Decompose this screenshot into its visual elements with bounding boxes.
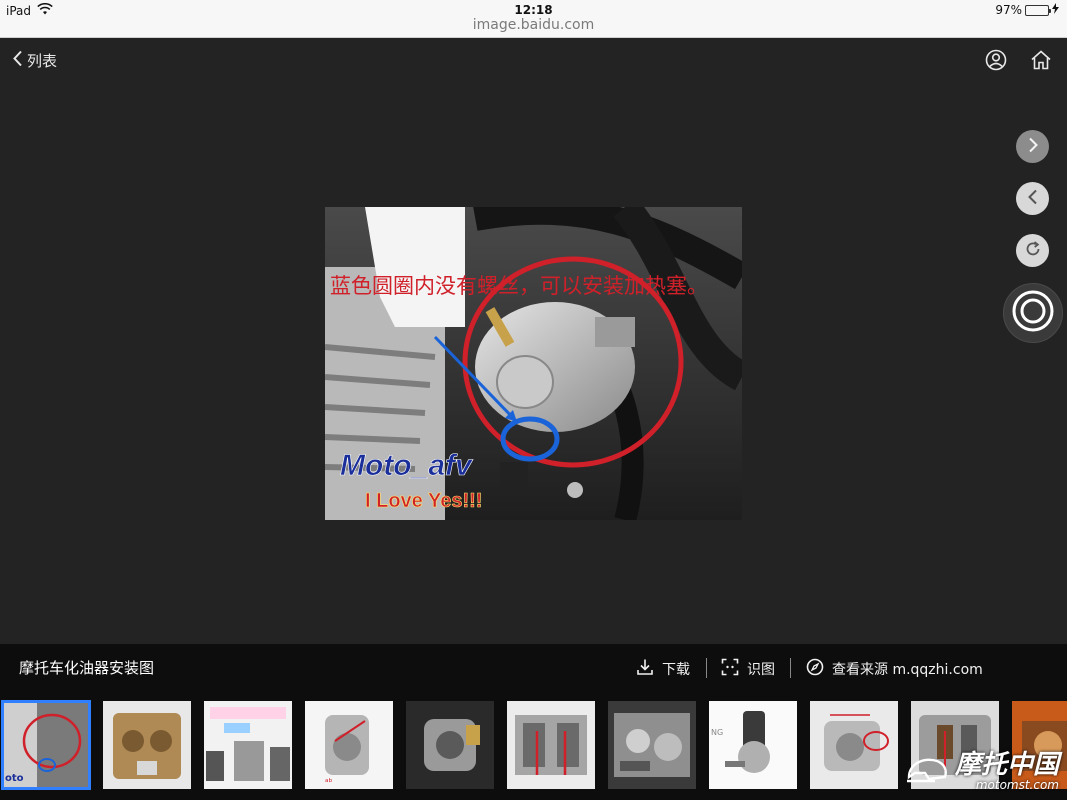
svg-text:oto: oto [5,773,24,784]
record-icon [1011,289,1055,337]
view-source-link[interactable]: 查看来源 m.qqzhi.com [806,658,983,680]
next-button[interactable] [1016,130,1049,163]
download-icon [636,658,654,680]
watermark-text-block: 摩托中国 motomst.com [955,752,1059,792]
thumbnail[interactable]: NG [709,701,797,789]
divider [790,658,791,678]
thumbnail-strip[interactable]: oto ᵃᵇ NG 摩托中国 motomst.com [0,690,1067,800]
thumbnail[interactable] [608,701,696,789]
back-label: 列表 [27,52,58,70]
user-icon[interactable] [984,48,1008,72]
url-bar[interactable]: image.baidu.com [0,17,1067,33]
identify-label: 识图 [747,662,775,678]
image-viewer-screen: iPad 12:18 image.baidu.com 97% 列表 蓝色圆圈内没… [0,0,1067,800]
chevron-left-icon [1027,189,1039,209]
chevron-right-icon [1027,137,1039,157]
thumbnail[interactable] [406,701,494,789]
watermark-text: 摩托中国 [954,750,1059,780]
photo-logo-text: Moto_afv [340,449,474,482]
chevron-left-icon [12,50,23,71]
annotation-text: 蓝色圆圈内没有螺丝，可以安装加热塞。 [330,274,708,298]
watermark-subtext: motomst.com [975,778,1059,792]
status-bar: iPad 12:18 image.baidu.com 97% [0,0,1067,38]
status-right: 97% [995,3,1059,17]
photo-tagline: I Love Yes!!! [365,490,482,512]
image-title: 摩托车化油器安装图 [19,659,155,677]
home-icon[interactable] [1029,48,1053,72]
site-watermark: 摩托中国 motomst.com [905,752,1059,792]
rotate-icon [1024,240,1042,262]
battery-percent: 97% [995,3,1022,17]
capture-button[interactable] [1003,283,1063,343]
carburetor-photo-graphic: 蓝色圆圈内没有螺丝，可以安装加热塞。 Moto_afv I Love Yes!!… [325,207,742,520]
scan-icon [721,658,739,680]
view-source-label: 查看来源 m.qqzhi.com [832,662,983,678]
svg-text:ᵃᵇ: ᵃᵇ [325,778,333,788]
helmet-logo-icon [905,755,949,789]
identify-button[interactable]: 识图 [721,658,775,680]
divider [706,658,707,678]
charging-icon [1052,3,1059,17]
thumbnail[interactable] [810,701,898,789]
svg-text:NG: NG [711,728,723,737]
thumbnail[interactable] [103,701,191,789]
battery-icon [1025,4,1051,16]
compass-icon [806,658,824,680]
back-button[interactable]: 列表 [12,50,57,71]
top-nav: 列表 [0,38,1067,84]
rotate-button[interactable] [1016,234,1049,267]
thumbnail[interactable] [507,701,595,789]
prev-button[interactable] [1016,182,1049,215]
thumbnail-selected[interactable]: oto [1,700,91,790]
status-time: 12:18 [514,3,553,17]
caption-bar: 摩托车化油器安装图 下载 识图 查看来源 m.qqzhi.com [0,644,1067,690]
download-label: 下载 [662,662,690,678]
thumbnail[interactable]: ᵃᵇ [305,701,393,789]
main-photo[interactable]: 蓝色圆圈内没有螺丝，可以安装加热塞。 Moto_afv I Love Yes!!… [325,207,742,520]
thumbnail[interactable] [204,701,292,789]
download-button[interactable]: 下载 [636,658,690,680]
